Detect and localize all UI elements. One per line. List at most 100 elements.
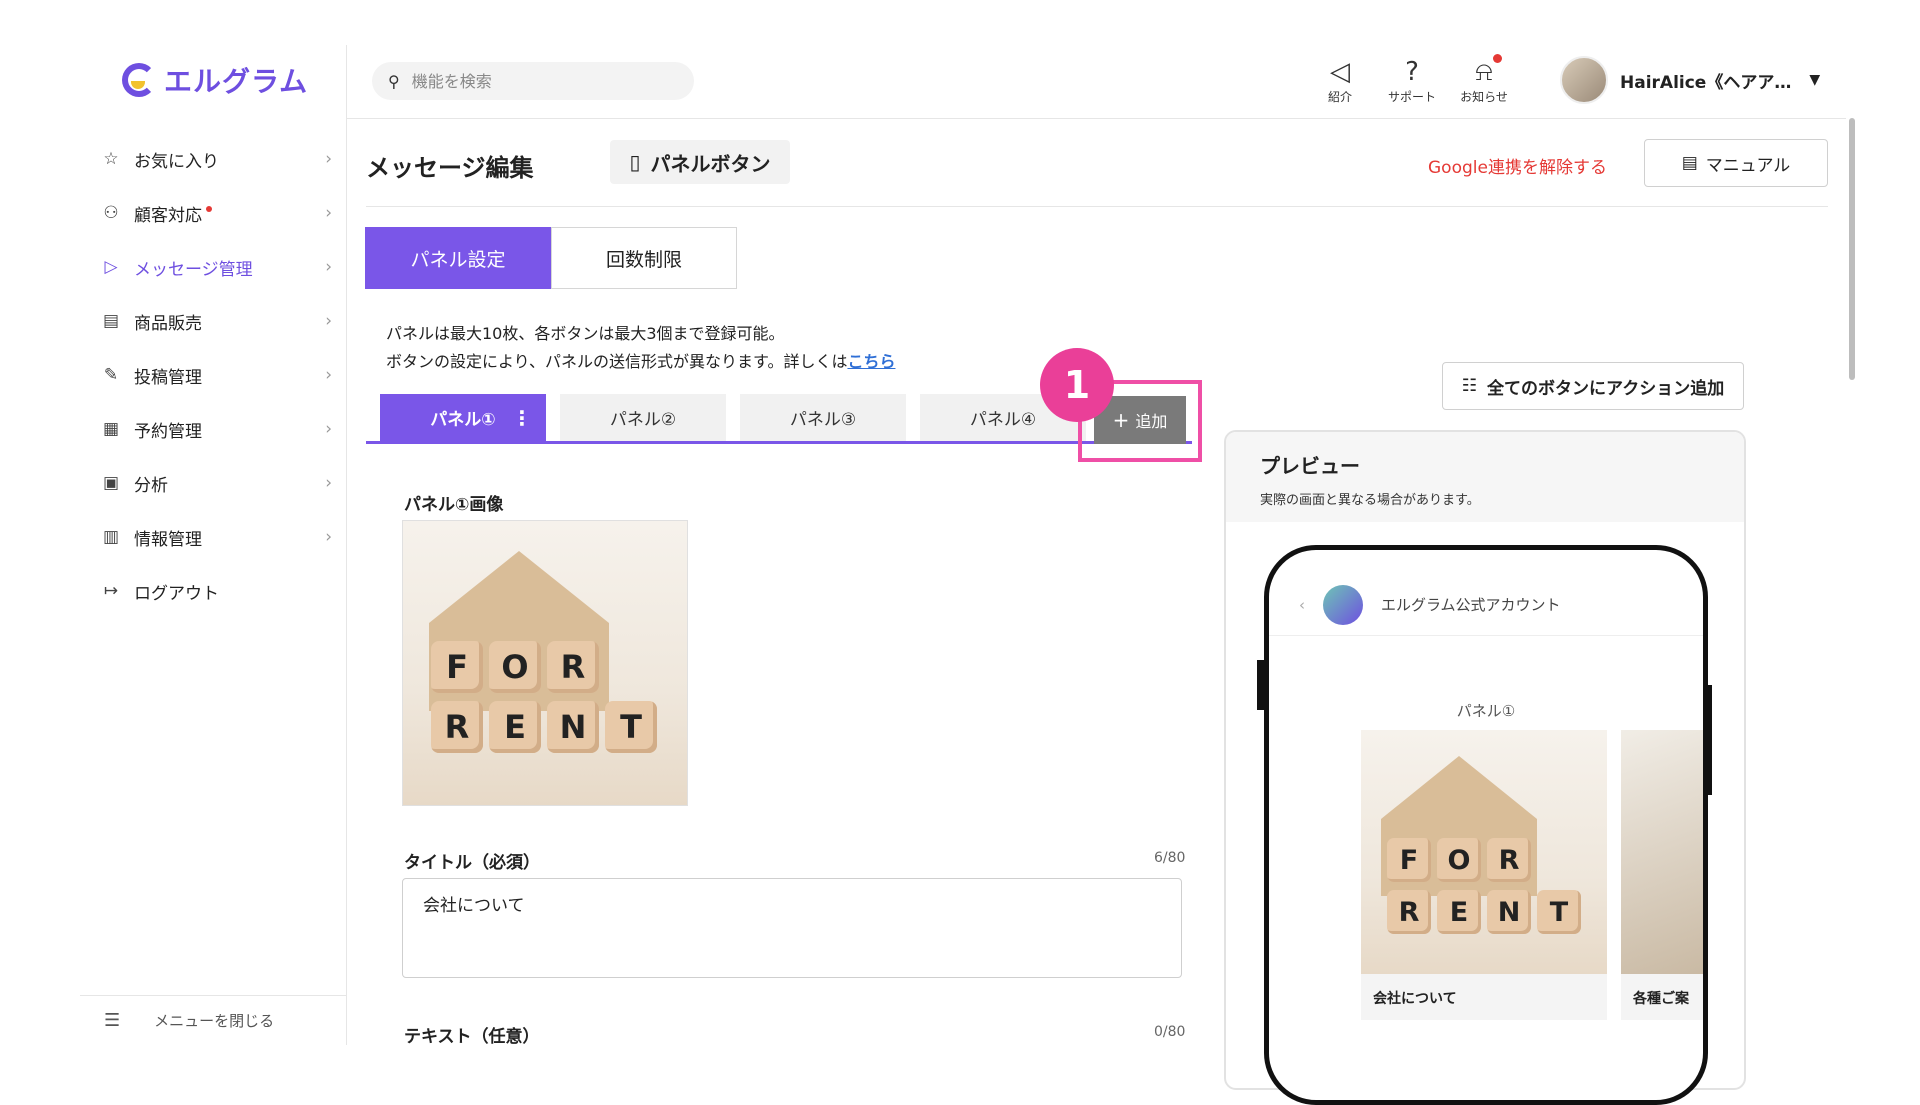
sidebar-item-label: 商品販売 [134,313,202,334]
phone-mockup: ‹ エルグラム公式アカウント パネル① F O R R E N T 会社について… [1264,545,1708,1105]
image-letter: R [1487,838,1531,882]
sidebar-item-reservations[interactable]: ▦ 予約管理 › [100,402,340,456]
image-letter: F [1387,838,1431,882]
logo-icon [122,63,156,97]
description-line-1: パネルは最大10枚、各ボタンは最大3個まで登録可能。 [386,324,785,343]
image-letter: O [489,641,541,693]
description-line-2: ボタンの設定により、パネルの送信形式が異なります。詳しくはこちら [386,348,895,376]
sidebar-item-info[interactable]: ▥ 情報管理 › [100,510,340,564]
tab-label: パネル① [430,410,496,430]
image-letter: R [1387,890,1431,934]
sidebar-item-label: 情報管理 [134,529,202,550]
sidebar-item-sales[interactable]: ▤ 商品販売 › [100,294,340,348]
calendar-icon: ▦ [102,419,120,439]
logout-icon: ↦ [103,581,119,601]
sidebar-item-logout[interactable]: ↦ ログアウト [100,564,340,618]
panel-image[interactable]: F O R R E N T [402,520,688,806]
menu-collapse-icon: ☰ [104,1010,121,1031]
send-icon: ▷ [104,257,118,277]
manual-button[interactable]: ▤ マニュアル [1644,139,1828,187]
person-icon: ⚇ [103,203,119,223]
panel-description: パネルは最大10枚、各ボタンは最大3個まで登録可能。 ボタンの設定により、パネル… [386,320,895,376]
app-logo[interactable]: エルグラム [122,60,308,100]
panel-icon: ▯ [629,150,641,174]
preview-panel-card: F O R R E N T 会社について [1361,730,1607,1020]
header-divider [366,206,1828,207]
image-label: パネル①画像 [404,495,504,515]
sidebar-item-analytics[interactable]: ▣ 分析 › [100,456,340,510]
mode-tabs: パネル設定 回数制限 [365,227,737,289]
tab-panel-2[interactable]: パネル② [560,394,726,441]
notification-dot [1493,54,1502,63]
title-field[interactable]: 会社について [402,878,1182,978]
close-menu-button[interactable]: ☰ メニューを閉じる [104,1010,274,1031]
image-letter: T [605,701,657,753]
google-unlink-link[interactable]: Google連携を解除する [1428,153,1607,178]
tab-panel-1[interactable]: パネル① ⋮ [380,394,546,441]
search-icon: ⚲ [388,71,400,91]
user-menu[interactable]: HairAlice《ヘアア… ▼ [1560,56,1820,104]
back-icon: ‹ [1299,595,1305,614]
notification-dot [206,206,212,212]
notifications-button[interactable]: ⍾ お知らせ [1454,54,1514,105]
bulk-action-label: 全てのボタンにアクション追加 [1487,378,1725,399]
sidebar-footer-divider [80,995,346,996]
star-icon: ☆ [103,149,119,169]
text-char-count: 0/80 [1154,1024,1186,1040]
register-icon: ▤ [102,311,120,331]
text-label: テキスト（任意） [404,1027,540,1047]
sidebar-item-customer[interactable]: ⚇ 顧客対応 › [100,186,340,240]
add-action-all-buttons[interactable]: ☷ 全てのボタンにアクション追加 [1442,362,1744,410]
preview-card-title: 各種ご案 [1633,991,1689,1007]
image-letter: O [1437,838,1481,882]
preview-panel-label: パネル① [1456,702,1516,720]
manual-label: マニュアル [1705,155,1791,176]
tab-panel-3[interactable]: パネル③ [740,394,906,441]
chevron-right-icon: › [325,527,332,547]
chevron-right-icon: › [325,473,332,493]
scrollbar[interactable] [1849,118,1855,380]
chevron-right-icon: › [325,365,332,385]
user-name: HairAlice《ヘアア… [1620,72,1792,93]
chevron-right-icon: › [325,419,332,439]
message-type-label: パネルボタン [650,151,771,176]
more-options-icon[interactable]: ⋮ [512,406,532,430]
bell-icon: ⍾ [1475,57,1493,87]
image-letter: N [547,701,599,753]
search-bar[interactable]: ⚲ [372,62,694,100]
account-avatar [1323,584,1363,625]
search-input[interactable] [409,70,650,92]
sidebar-item-label: メッセージ管理 [134,259,253,280]
topbar-divider [346,118,1846,119]
sidebar-item-favorites[interactable]: ☆ お気に入り › [100,132,340,186]
details-link[interactable]: こちら [847,352,895,371]
message-type-chip: ▯ パネルボタン [610,140,790,184]
logo-text: エルグラム [164,65,309,98]
sidebar-item-messages[interactable]: ▷ メッセージ管理 › [100,240,340,294]
support-button[interactable]: ? サポート [1382,56,1442,105]
title-char-count: 6/80 [1154,850,1186,866]
tab-count-limit[interactable]: 回数制限 [551,227,737,289]
report-icon: ▣ [102,473,120,493]
image-letter: R [431,701,483,753]
preview-card-title: 会社について [1373,991,1457,1007]
help-icon: ? [1405,57,1419,87]
sidebar-item-label: 投稿管理 [134,367,202,388]
image-letter: E [1437,890,1481,934]
image-letter: F [431,641,483,693]
preview-subtitle: 実際の画面と異なる場合があります。 [1260,493,1480,508]
preview-panel-image [1621,730,1703,974]
intro-button[interactable]: ◁ 紹介 [1310,56,1370,105]
sidebar-item-posts[interactable]: ✎ 投稿管理 › [100,348,340,402]
chat-header: ‹ エルグラム公式アカウント [1269,574,1703,636]
intro-label: 紹介 [1327,90,1352,104]
chevron-right-icon: › [325,149,332,169]
image-letter: T [1537,890,1581,934]
caret-down-icon: ▼ [1809,72,1821,88]
chevron-right-icon: › [325,257,332,277]
sidebar-divider [346,45,347,1045]
preview-title: プレビュー [1260,454,1360,478]
image-letter: E [489,701,541,753]
avatar [1560,56,1608,104]
tab-panel-settings[interactable]: パネル設定 [365,227,551,289]
